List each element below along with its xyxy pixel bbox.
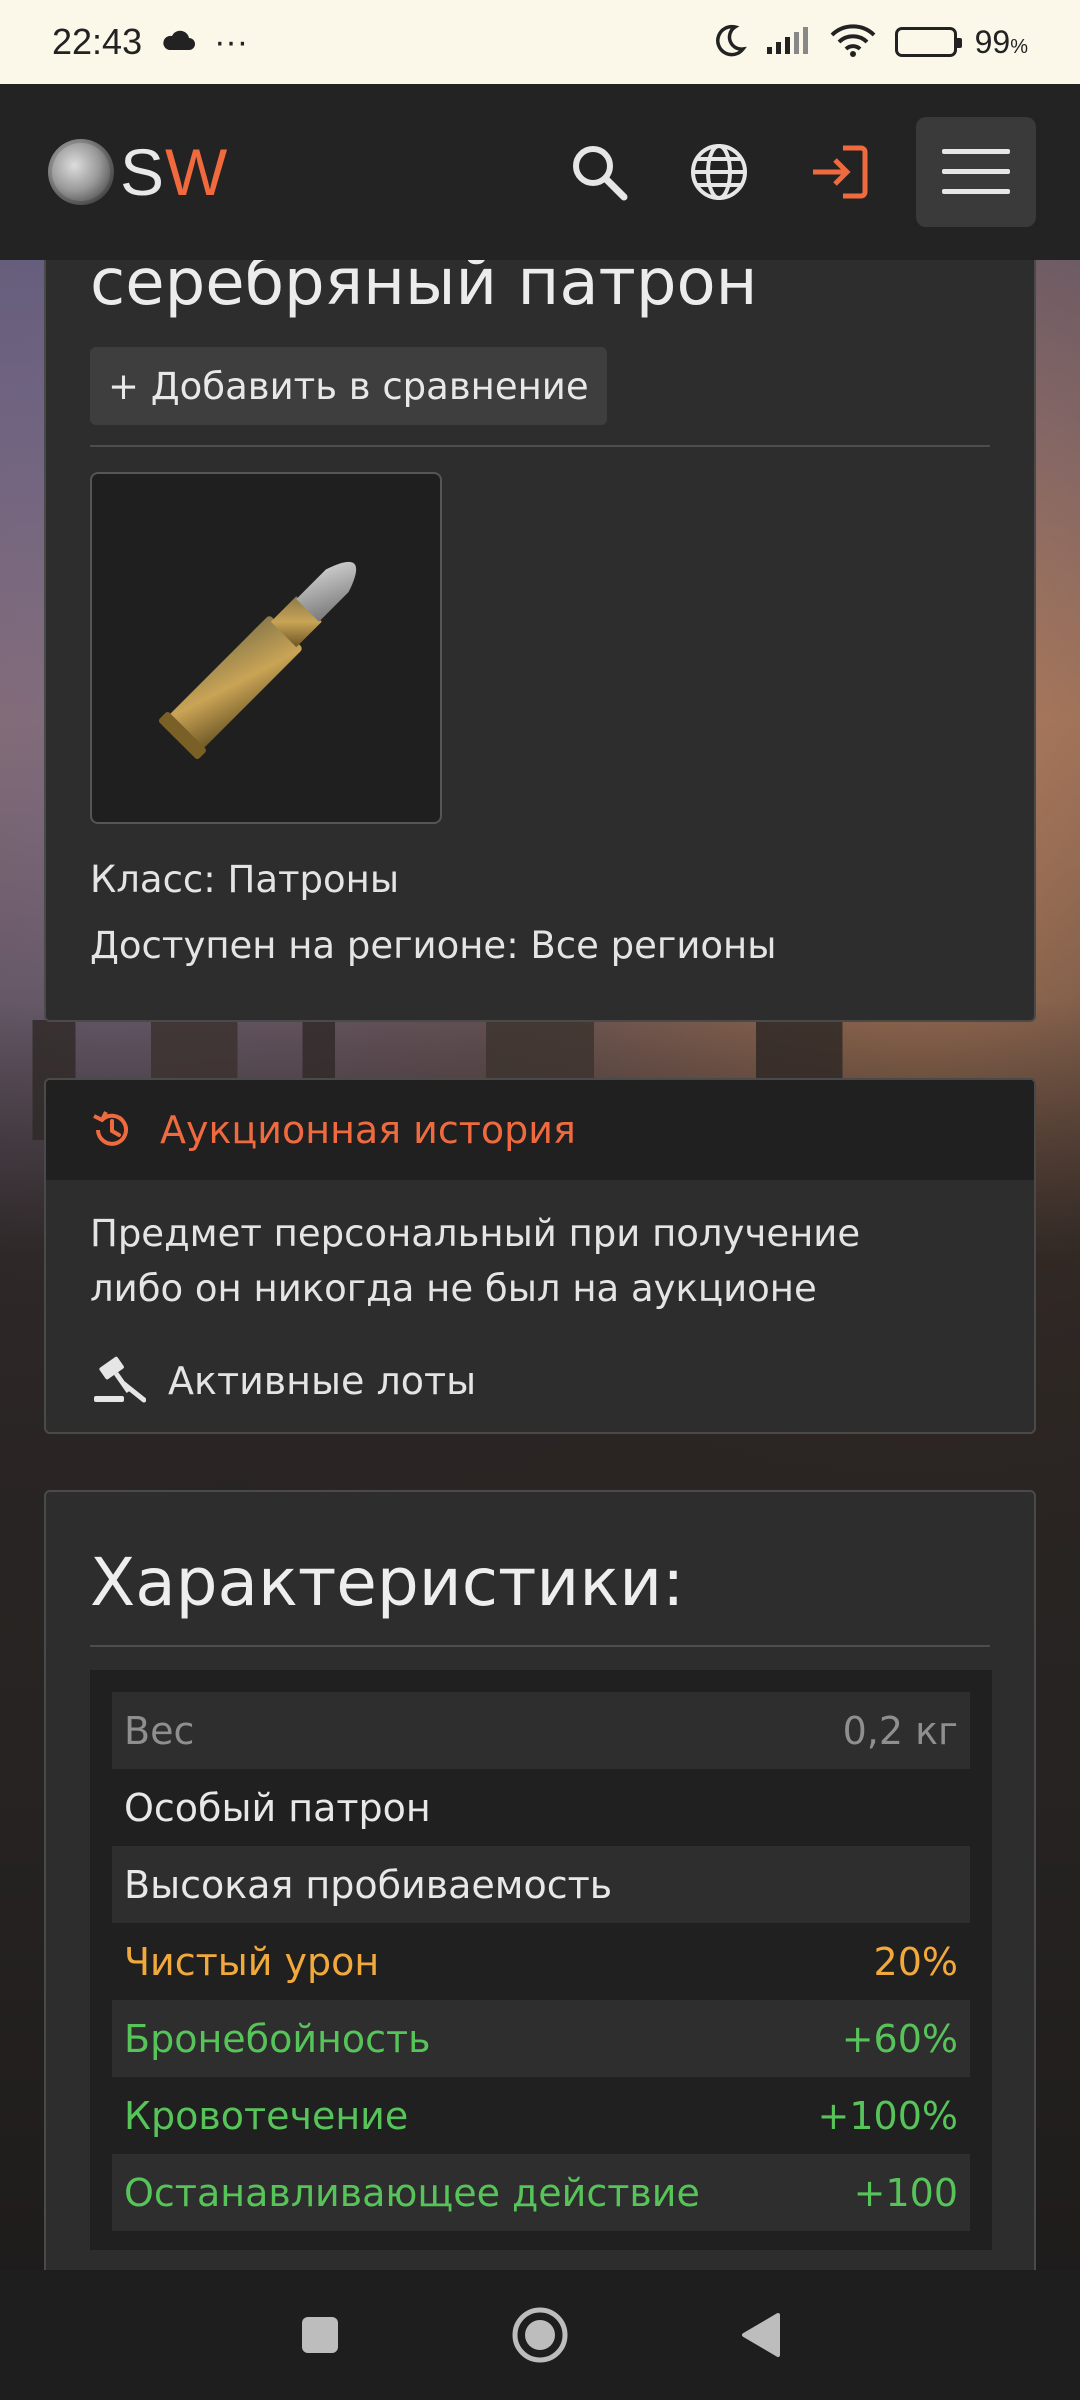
stat-row-weight: Вес 0,2 кг bbox=[112, 1692, 970, 1769]
site-logo[interactable]: SW bbox=[48, 134, 228, 210]
item-image bbox=[90, 472, 442, 824]
stat-value: 20% bbox=[873, 1939, 958, 1984]
stat-value: +100 bbox=[853, 2170, 958, 2215]
logo-emblem-icon bbox=[48, 139, 114, 205]
search-button[interactable] bbox=[556, 129, 642, 215]
status-bar: 22:43 ··· 99% bbox=[0, 0, 1080, 84]
search-icon bbox=[573, 146, 628, 201]
moon-icon bbox=[713, 23, 747, 62]
menu-button[interactable] bbox=[916, 117, 1036, 227]
cloud-icon bbox=[160, 28, 196, 57]
active-lots-link[interactable]: Активные лоты bbox=[46, 1316, 1034, 1406]
battery-percent: 99% bbox=[974, 23, 1028, 60]
login-button[interactable] bbox=[796, 129, 882, 215]
auction-message: Предмет персональный при получение либо … bbox=[90, 1212, 861, 1310]
item-card: серебряный патрон + Добавить в сравнение bbox=[44, 240, 1036, 1022]
stat-value: +60% bbox=[841, 2016, 958, 2061]
history-icon bbox=[93, 1111, 128, 1146]
stat-label: Кровотечение bbox=[124, 2093, 409, 2138]
circle-home-icon bbox=[512, 2307, 568, 2363]
wifi-icon bbox=[829, 23, 877, 62]
item-region: Доступен на регионе: Все регионы bbox=[90, 924, 777, 967]
active-lots-label: Активные лоты bbox=[168, 1359, 477, 1403]
stat-row-special: Особый патрон bbox=[112, 1769, 970, 1846]
stat-label: Высокая пробиваемость bbox=[124, 1862, 613, 1907]
globe-icon bbox=[691, 144, 747, 200]
auction-card: Аукционная история Предмет персональный … bbox=[44, 1078, 1036, 1434]
stat-label: Вес bbox=[124, 1708, 195, 1753]
stat-value: 0,2 кг bbox=[842, 1708, 958, 1753]
status-time: 22:43 bbox=[52, 21, 143, 62]
gavel-icon bbox=[94, 1356, 146, 1403]
stat-row-damage: Чистый урон 20% bbox=[112, 1923, 970, 2000]
stat-row-armor-piercing: Бронебойность +60% bbox=[112, 2000, 970, 2077]
battery-icon bbox=[894, 27, 962, 57]
recents-button[interactable] bbox=[285, 2300, 355, 2370]
characteristics-card: Характеристики: Вес 0,2 кг Особый патрон… bbox=[44, 1490, 1036, 2290]
stat-label: Бронебойность bbox=[124, 2016, 431, 2061]
stat-label: Чистый урон bbox=[124, 1939, 380, 1984]
divider bbox=[90, 1645, 990, 1647]
stat-row-bleeding: Кровотечение +100% bbox=[112, 2077, 970, 2154]
stat-value: +100% bbox=[817, 2093, 958, 2138]
login-icon bbox=[813, 145, 868, 199]
characteristics-title: Характеристики: bbox=[90, 1544, 685, 1621]
square-icon bbox=[302, 2317, 338, 2353]
stat-label: Особый патрон bbox=[124, 1785, 431, 1830]
home-button[interactable] bbox=[505, 2300, 575, 2370]
stat-row-penetration: Высокая пробиваемость bbox=[112, 1846, 970, 1923]
bullet-icon bbox=[158, 561, 357, 760]
site-header: SW bbox=[0, 84, 1080, 260]
auction-history-title: Аукционная история bbox=[160, 1108, 576, 1152]
signal-icon bbox=[765, 25, 811, 60]
auction-history-header[interactable]: Аукционная история bbox=[46, 1080, 1034, 1180]
back-button[interactable] bbox=[725, 2300, 795, 2370]
stat-row-stopping-power: Останавливающее действие +100 bbox=[112, 2154, 970, 2231]
divider bbox=[90, 445, 990, 447]
system-nav-bar bbox=[0, 2270, 1080, 2400]
hamburger-menu-icon bbox=[942, 149, 1010, 194]
item-class: Класс: Патроны bbox=[90, 858, 400, 901]
stats-table: Вес 0,2 кг Особый патрон Высокая пробива… bbox=[90, 1670, 992, 2250]
back-triangle-icon bbox=[742, 2313, 780, 2357]
language-button[interactable] bbox=[676, 129, 762, 215]
more-notifications-icon: ··· bbox=[214, 22, 249, 61]
add-to-compare-button[interactable]: + Добавить в сравнение bbox=[90, 347, 607, 425]
stat-label: Останавливающее действие bbox=[124, 2170, 700, 2215]
